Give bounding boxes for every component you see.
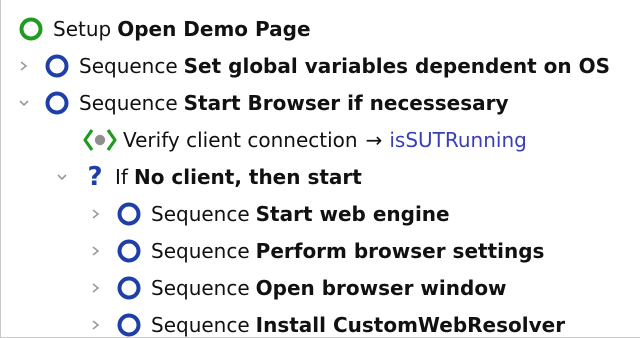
row-keyword: Sequence xyxy=(79,54,178,78)
sequence-node-icon xyxy=(43,52,71,80)
row-name: Open browser window xyxy=(255,276,507,300)
row-keyword: Verify client connection xyxy=(123,128,358,152)
tree-row-sequence[interactable]: Sequence Set global variables dependent … xyxy=(17,48,610,84)
sequence-node-icon xyxy=(43,89,71,117)
tree-row-sequence[interactable]: Sequence Install CustomWebResolver xyxy=(89,307,566,337)
row-name: Open Demo Page xyxy=(117,17,311,41)
row-keyword: Sequence xyxy=(151,239,250,263)
chevron-right-icon[interactable] xyxy=(17,59,31,73)
sequence-node-icon xyxy=(115,311,143,337)
row-name: Perform browser settings xyxy=(255,239,545,263)
chevron-down-icon[interactable] xyxy=(17,96,31,110)
sequence-node-icon xyxy=(115,237,143,265)
tree-row-sequence[interactable]: Sequence Start web engine xyxy=(89,196,450,232)
chevron-down-icon[interactable] xyxy=(55,170,69,184)
row-keyword: If xyxy=(115,165,128,189)
chevron-right-icon[interactable] xyxy=(89,281,103,295)
tree-row-setup[interactable]: Setup Open Demo Page xyxy=(17,11,311,47)
row-name: Start Browser if necessesary xyxy=(183,91,509,115)
tree-row-if[interactable]: ? If No client, then start xyxy=(55,159,362,195)
row-name: No client, then start xyxy=(133,165,362,189)
sequence-node-icon xyxy=(115,200,143,228)
chevron-right-icon[interactable] xyxy=(89,207,103,221)
row-keyword: Sequence xyxy=(151,202,250,226)
tree-row-sequence[interactable]: Sequence Perform browser settings xyxy=(89,233,544,269)
tree-row-sequence[interactable]: Sequence Start Browser if necessesary xyxy=(17,85,509,121)
variable-link[interactable]: isSUTRunning xyxy=(389,128,526,152)
tree-row-sequence[interactable]: Sequence Open browser window xyxy=(89,270,507,306)
chevron-right-icon[interactable] xyxy=(89,318,103,332)
arrow-icon: → xyxy=(365,128,383,152)
row-name: Set global variables dependent on OS xyxy=(183,54,611,78)
tree-row-verify[interactable]: Verify client connection → isSUTRunning xyxy=(83,122,527,158)
row-keyword: Sequence xyxy=(79,91,178,115)
question-mark-icon: ? xyxy=(87,162,103,192)
green-diamond-check-icon xyxy=(83,126,117,154)
row-name: Start web engine xyxy=(255,202,450,226)
chevron-right-icon[interactable] xyxy=(89,244,103,258)
row-keyword: Setup xyxy=(53,17,112,41)
row-name: Install CustomWebResolver xyxy=(255,313,566,337)
sequence-node-icon xyxy=(115,274,143,302)
row-keyword: Sequence xyxy=(151,276,250,300)
setup-node-icon xyxy=(17,15,45,43)
row-keyword: Sequence xyxy=(151,313,250,337)
test-suite-tree[interactable]: Setup Open Demo Page Sequence Set global… xyxy=(0,0,640,338)
